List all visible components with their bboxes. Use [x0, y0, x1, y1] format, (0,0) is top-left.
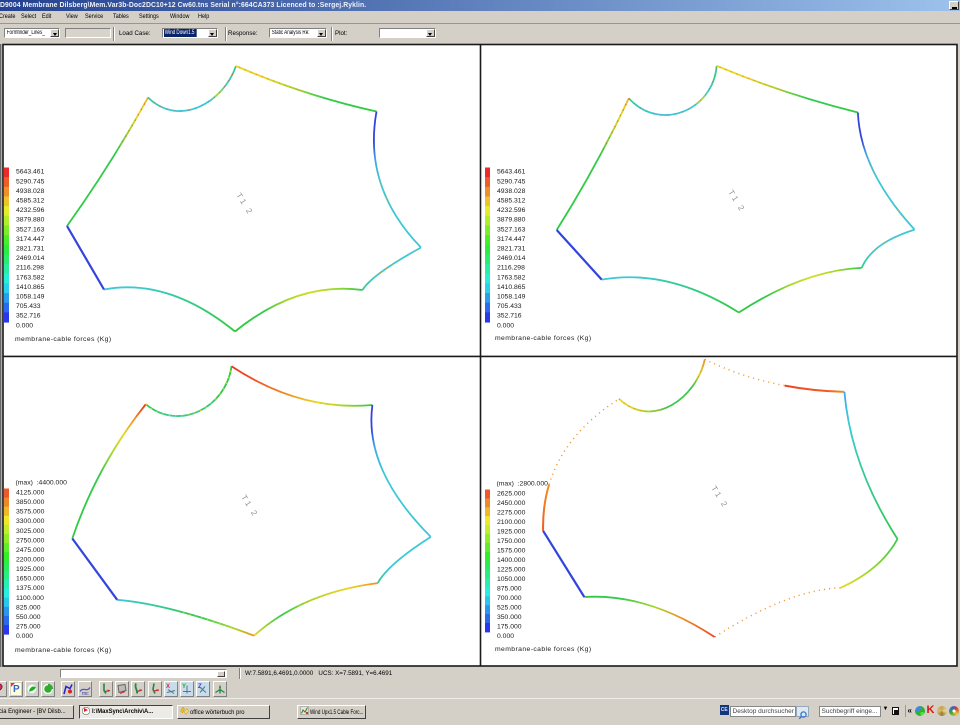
svg-text:4938.028: 4938.028: [16, 188, 45, 195]
svg-text:175.000: 175.000: [497, 624, 522, 631]
svg-text:5643.461: 5643.461: [16, 169, 45, 176]
svg-text:P: P: [13, 684, 20, 695]
svg-text:1410.865: 1410.865: [497, 284, 526, 291]
svg-text:3527.163: 3527.163: [16, 226, 45, 233]
svg-text:875.000: 875.000: [497, 586, 522, 593]
svg-text:2100.000: 2100.000: [497, 519, 526, 526]
svg-text:4585.312: 4585.312: [497, 198, 526, 205]
svg-text:1763.582: 1763.582: [497, 274, 526, 281]
svg-text:4585.312: 4585.312: [16, 198, 45, 205]
svg-text:2200.000: 2200.000: [16, 556, 45, 563]
svg-text:3025.000: 3025.000: [16, 528, 45, 535]
svg-text:2821.731: 2821.731: [497, 246, 526, 253]
svg-text:1058.149: 1058.149: [16, 294, 45, 301]
svg-text:1100.000: 1100.000: [16, 595, 44, 602]
svg-text:3575.000: 3575.000: [16, 509, 45, 516]
svg-text:2750.000: 2750.000: [16, 537, 45, 544]
svg-text:1225.000: 1225.000: [497, 567, 526, 574]
svg-text:2821.731: 2821.731: [16, 246, 45, 253]
svg-text:2450.000: 2450.000: [497, 500, 526, 507]
svg-text:3850.000: 3850.000: [16, 499, 45, 506]
svg-text:membrane-cable forces (Kg): membrane-cable forces (Kg): [15, 647, 112, 654]
svg-text:350.000: 350.000: [497, 614, 522, 621]
svg-text:705.433: 705.433: [16, 303, 41, 310]
svg-text:4938.028: 4938.028: [497, 188, 526, 195]
svg-text:3879.880: 3879.880: [16, 217, 45, 224]
svg-text:4125.000: 4125.000: [16, 490, 45, 497]
svg-text:1925.000: 1925.000: [497, 529, 526, 536]
svg-text:4232.596: 4232.596: [497, 207, 526, 214]
svg-text:5290.745: 5290.745: [497, 178, 526, 185]
svg-text:825.000: 825.000: [16, 604, 41, 611]
svg-text:2275.000: 2275.000: [497, 510, 526, 517]
svg-text:4232.596: 4232.596: [16, 207, 45, 214]
svg-text:700.000: 700.000: [497, 595, 522, 602]
svg-text:5643.461: 5643.461: [497, 169, 526, 176]
svg-text:525.000: 525.000: [497, 605, 522, 612]
svg-text:1058.149: 1058.149: [497, 294, 526, 301]
svg-text:275.000: 275.000: [16, 623, 41, 630]
svg-text:0.000: 0.000: [16, 633, 33, 640]
svg-text:1925.000: 1925.000: [16, 566, 45, 573]
svg-text:1763.582: 1763.582: [16, 274, 45, 281]
svg-text:X: X: [166, 684, 170, 690]
svg-text:705.433: 705.433: [497, 303, 522, 310]
svg-text:3879.880: 3879.880: [497, 217, 526, 224]
svg-text:0.000: 0.000: [16, 322, 33, 329]
svg-text:(max) :2800.000: (max) :2800.000: [497, 481, 549, 488]
svg-text:Y: Y: [182, 684, 186, 690]
svg-text:3527.163: 3527.163: [497, 226, 526, 233]
svg-text:(max) :4400.000: (max) :4400.000: [16, 480, 68, 487]
svg-text:2469.014: 2469.014: [16, 255, 45, 262]
svg-text:1375.000: 1375.000: [16, 585, 45, 592]
svg-text:2116.298: 2116.298: [497, 265, 525, 272]
svg-text:1400.000: 1400.000: [497, 557, 526, 564]
svg-text:3174.447: 3174.447: [497, 236, 526, 243]
svg-text:3174.447: 3174.447: [16, 236, 45, 243]
svg-text:1750.000: 1750.000: [497, 538, 526, 545]
svg-text:0.000: 0.000: [497, 322, 514, 329]
svg-text:membrane-cable forces (Kg): membrane-cable forces (Kg): [495, 335, 592, 342]
svg-text:0.000: 0.000: [497, 633, 514, 640]
svg-text:membrane-cable forces (Kg): membrane-cable forces (Kg): [15, 336, 112, 343]
svg-text:membrane-cable forces (Kg): membrane-cable forces (Kg): [495, 646, 592, 653]
svg-text:550.000: 550.000: [16, 614, 41, 621]
svg-text:352.716: 352.716: [16, 313, 41, 320]
svg-text:2625.000: 2625.000: [497, 491, 526, 498]
svg-text:1410.865: 1410.865: [16, 284, 45, 291]
svg-text:mc: mc: [82, 691, 89, 696]
svg-text:1650.000: 1650.000: [16, 576, 45, 583]
svg-text:1575.000: 1575.000: [497, 548, 526, 555]
svg-text:3300.000: 3300.000: [16, 518, 45, 525]
svg-text:352.716: 352.716: [497, 313, 522, 320]
svg-text:5290.745: 5290.745: [16, 178, 45, 185]
svg-text:1050.000: 1050.000: [497, 576, 526, 583]
svg-text:2469.014: 2469.014: [497, 255, 526, 262]
svg-text:2116.298: 2116.298: [16, 265, 44, 272]
svg-text:2475.000: 2475.000: [16, 547, 45, 554]
